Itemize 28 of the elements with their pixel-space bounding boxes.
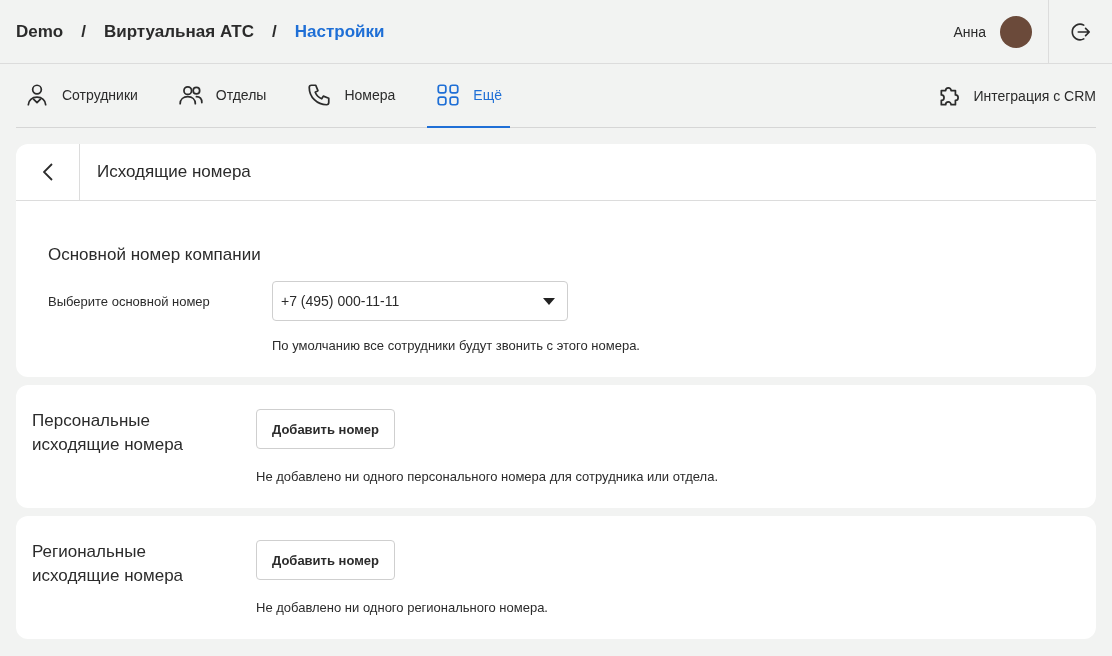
nav-tab[interactable]: Сотрудники xyxy=(16,64,146,128)
add-number-button[interactable]: Добавить номер xyxy=(256,540,395,580)
nav-tab[interactable]: Номера xyxy=(298,64,404,128)
nav-tab[interactable]: Ещё xyxy=(427,64,510,128)
phone-icon xyxy=(306,82,333,108)
section-title: Основной номер компании xyxy=(48,245,262,265)
page-title: Исходящие номера xyxy=(96,162,251,182)
number-select[interactable]: +7 (495) 000-11-11 xyxy=(272,281,568,321)
avatar[interactable] xyxy=(1000,15,1032,48)
nav-tab[interactable]: Отделы xyxy=(169,64,275,128)
breadcrumb-separator: / xyxy=(81,21,86,42)
breadcrumb-link[interactable]: Виртуальная АТС xyxy=(103,21,254,42)
hint-text: По умолчанию все сотрудники будут звонить с этого номера. xyxy=(272,338,640,353)
logout-icon xyxy=(1069,20,1092,43)
caret-icon xyxy=(543,297,555,305)
hint-text: Не добавлено ни одного регионального номера. xyxy=(256,600,548,615)
breadcrumb-link[interactable]: Настройки xyxy=(294,21,385,42)
field-label: Выберите основной номер xyxy=(48,293,211,311)
crm-integration-link[interactable]: Интеграция с CRM xyxy=(931,64,1096,127)
grid-icon xyxy=(435,82,462,108)
breadcrumb-link[interactable]: Demo xyxy=(16,21,64,42)
breadcrumb-separator: / xyxy=(272,21,277,42)
chevron-left-icon xyxy=(42,163,53,181)
section-title: Персональные исходящие номера xyxy=(32,410,185,456)
section-title: Региональные исходящие номера xyxy=(32,541,185,587)
add-number-button[interactable]: Добавить номер xyxy=(256,409,395,449)
hint-text: Не добавлено ни одного персонального номера для сотрудника или отдела. xyxy=(256,469,718,484)
user-name: Анна xyxy=(953,23,986,40)
